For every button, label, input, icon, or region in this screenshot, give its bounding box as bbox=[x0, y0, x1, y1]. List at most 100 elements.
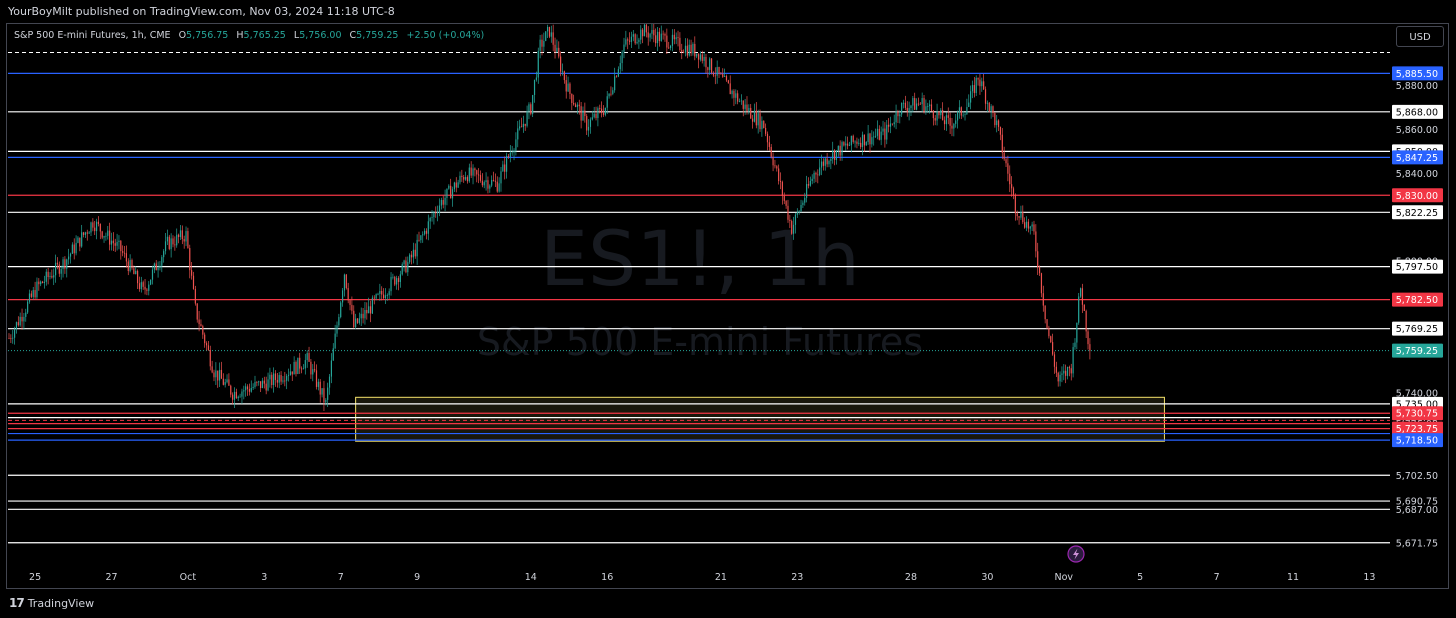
candle-body bbox=[1001, 134, 1003, 153]
candle-body bbox=[593, 113, 595, 118]
candle-body bbox=[699, 54, 701, 60]
candle-body bbox=[942, 110, 944, 121]
candle-body bbox=[312, 369, 314, 375]
candle-body bbox=[53, 275, 55, 278]
candle-body bbox=[505, 155, 508, 172]
candle-body bbox=[396, 278, 398, 285]
candle-body bbox=[781, 182, 783, 196]
candle-body bbox=[742, 100, 744, 109]
candle-body bbox=[576, 104, 578, 108]
candle-body bbox=[278, 375, 280, 383]
candle-body bbox=[386, 295, 388, 296]
candle-body bbox=[643, 24, 646, 37]
candle-body bbox=[768, 142, 770, 147]
candle-body bbox=[856, 141, 858, 144]
candle-body bbox=[187, 231, 189, 249]
candle-body bbox=[703, 57, 705, 61]
candle-body bbox=[153, 263, 155, 270]
candle-body bbox=[79, 237, 81, 247]
candle-body bbox=[1057, 372, 1059, 382]
candle-body bbox=[636, 42, 638, 44]
candle-body bbox=[675, 37, 677, 40]
candle-body bbox=[38, 281, 40, 285]
candle-body bbox=[259, 381, 262, 389]
candle-body bbox=[1031, 224, 1033, 227]
x-tick-label: 11 bbox=[1287, 572, 1299, 583]
y-tick-label: 5,702.50 bbox=[1396, 471, 1438, 482]
candle-body bbox=[990, 106, 992, 111]
candle-body bbox=[235, 391, 237, 399]
candle-body bbox=[901, 102, 903, 115]
candle-body bbox=[735, 93, 737, 98]
candle-body bbox=[315, 370, 318, 387]
candle-body bbox=[356, 318, 359, 323]
candle-body bbox=[388, 291, 390, 296]
candle-body bbox=[638, 39, 640, 43]
candle-body bbox=[556, 47, 558, 53]
candle-body bbox=[621, 51, 623, 64]
x-tick-label: 25 bbox=[29, 572, 41, 583]
tradingview-brand: TradingView bbox=[27, 596, 95, 610]
candle-body bbox=[1035, 231, 1037, 252]
candle-body bbox=[64, 259, 66, 269]
candle-body bbox=[43, 281, 46, 284]
candle-body bbox=[519, 126, 521, 129]
lightning-icon[interactable] bbox=[1067, 545, 1085, 563]
candle-body bbox=[319, 381, 321, 395]
candle-body bbox=[103, 236, 105, 238]
currency-button[interactable]: USD bbox=[1396, 26, 1444, 47]
candle-body bbox=[185, 231, 187, 242]
candle-body bbox=[755, 110, 757, 126]
candle-body bbox=[170, 238, 172, 250]
candle-body bbox=[740, 100, 742, 102]
candle-body bbox=[82, 232, 85, 235]
candle-body bbox=[77, 237, 79, 243]
candle-body bbox=[1065, 370, 1067, 376]
candle-body bbox=[470, 167, 472, 176]
candle-body bbox=[306, 353, 308, 361]
candle-body bbox=[532, 94, 534, 115]
candle-body bbox=[347, 288, 349, 301]
price-tag-label: 5,730.75 bbox=[1396, 409, 1438, 420]
candle-body bbox=[161, 257, 163, 266]
candle-body bbox=[798, 211, 800, 213]
price-tag-label: 5,885.50 bbox=[1396, 69, 1438, 80]
candle-body bbox=[1029, 226, 1031, 229]
candle-body bbox=[21, 316, 23, 322]
candle-body bbox=[709, 58, 711, 70]
candle-body bbox=[561, 71, 564, 73]
candle-body bbox=[850, 135, 852, 146]
candle-body bbox=[902, 102, 905, 104]
candle-body bbox=[830, 158, 832, 161]
candle-body bbox=[273, 373, 275, 386]
candle-body bbox=[867, 133, 869, 142]
candle-body bbox=[791, 220, 793, 234]
candle-body bbox=[69, 253, 72, 257]
candle-body bbox=[690, 44, 692, 54]
candle-body bbox=[47, 271, 49, 278]
candle-body bbox=[746, 104, 748, 112]
candle-body bbox=[772, 156, 774, 166]
candle-body bbox=[701, 54, 703, 61]
candle-body bbox=[632, 34, 634, 37]
candle-body bbox=[651, 30, 653, 34]
candle-body bbox=[584, 110, 586, 117]
candle-body bbox=[105, 235, 107, 237]
candle-body bbox=[580, 106, 582, 121]
candle-body bbox=[120, 240, 122, 252]
candle-body bbox=[852, 135, 854, 142]
candle-body bbox=[364, 309, 366, 319]
price-chart[interactable]: ES1!, 1h S&P 500 E-mini Futures 5,880.00… bbox=[0, 0, 1456, 618]
watermark: ES1!, 1h S&P 500 E-mini Futures bbox=[477, 214, 923, 364]
candle-body bbox=[284, 380, 286, 382]
candle-body bbox=[487, 180, 489, 189]
candle-body bbox=[397, 278, 400, 282]
candle-body bbox=[878, 128, 880, 140]
candle-body bbox=[504, 164, 506, 172]
tradingview-logo[interactable]: 17 TradingView bbox=[9, 596, 94, 610]
candle-body bbox=[897, 111, 899, 117]
candle-body bbox=[642, 29, 644, 37]
candle-body bbox=[150, 279, 152, 285]
candle-body bbox=[101, 231, 103, 238]
candle-body bbox=[714, 75, 716, 77]
